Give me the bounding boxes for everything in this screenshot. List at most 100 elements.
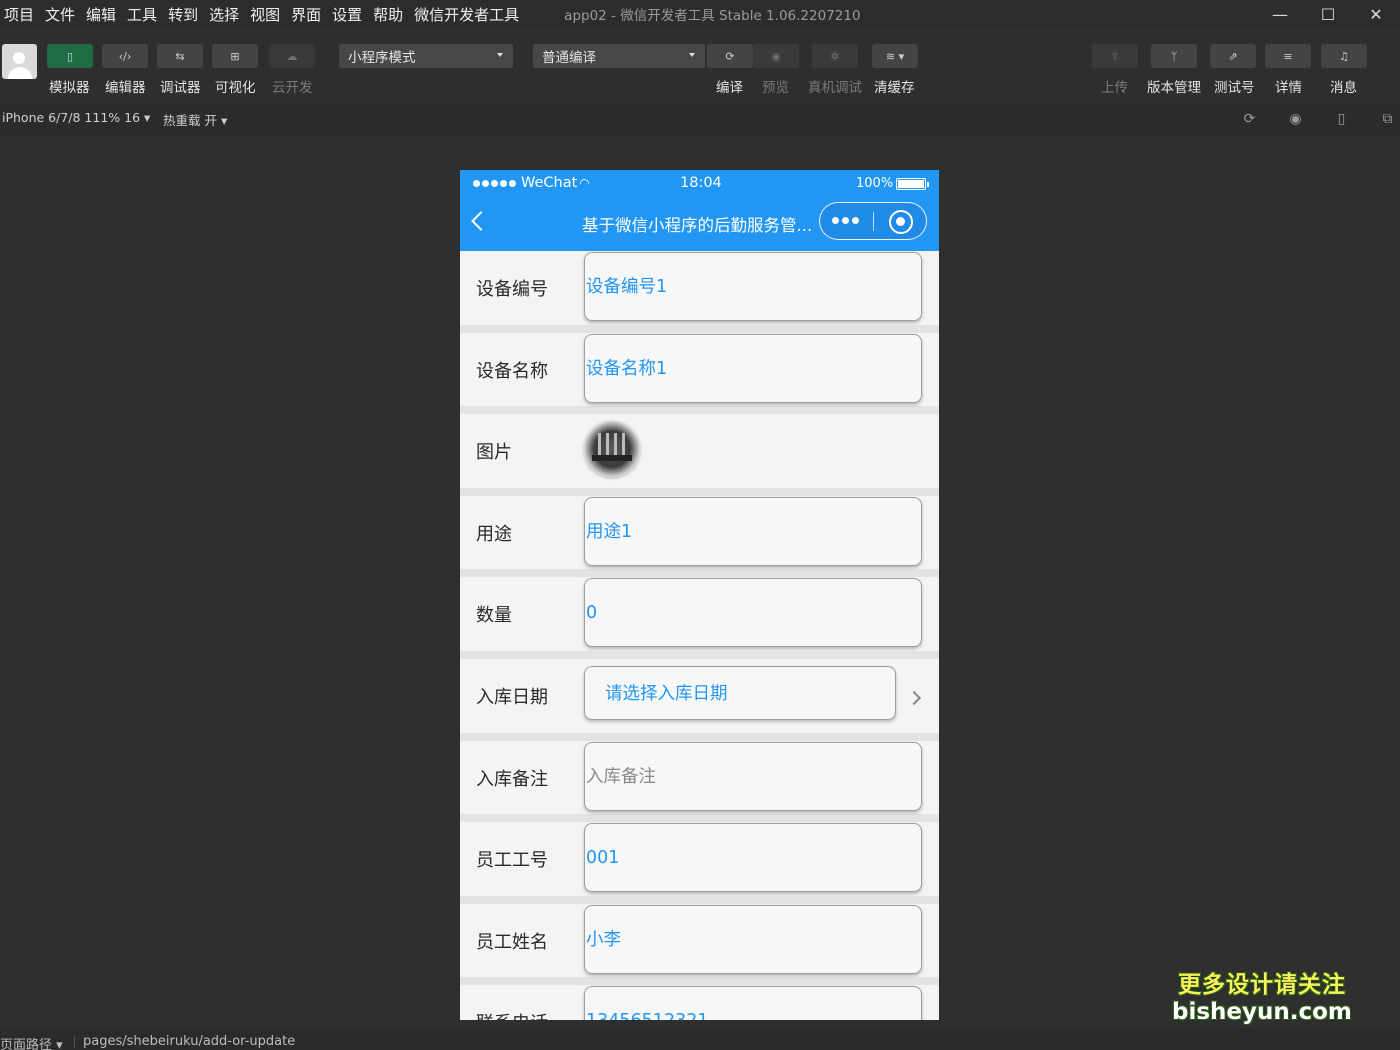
- code-icon: ‹/›: [118, 49, 132, 63]
- menu-button[interactable]: ≡: [1265, 44, 1311, 68]
- menu-item[interactable]: 帮助: [373, 4, 403, 25]
- battery-percent: 100%: [856, 176, 894, 191]
- divider: [74, 1036, 75, 1048]
- rotate-icon[interactable]: ⟳: [1242, 112, 1257, 127]
- status-time: 18:04: [680, 175, 722, 191]
- menu-item[interactable]: 编辑: [86, 4, 116, 25]
- menu-item[interactable]: 选择: [209, 4, 239, 25]
- cloud-button[interactable]: ☁: [269, 44, 315, 68]
- form-input[interactable]: 小李: [584, 904, 922, 974]
- form-label: 入库备注: [476, 768, 548, 790]
- window-controls: — ☐ ✕: [1256, 0, 1400, 28]
- debug-button[interactable]: ⇆: [157, 44, 203, 68]
- bell-button[interactable]: ♫: [1321, 44, 1367, 68]
- page-path: pages/shebeiruku/add-or-update: [83, 1034, 296, 1049]
- menu-item[interactable]: 界面: [291, 4, 321, 25]
- layout-button[interactable]: ⊞: [212, 44, 258, 68]
- form-label: 数量: [476, 605, 512, 627]
- form-row: 设备名称 设备名称1: [460, 332, 939, 415]
- form-input[interactable]: 入库备注: [584, 741, 922, 811]
- form-input[interactable]: 用途1: [584, 496, 922, 566]
- device-select[interactable]: iPhone 6/7/8 111% 16 ▾: [2, 110, 150, 125]
- compile-select[interactable]: 普通编译: [533, 44, 705, 68]
- carrier-indicator: WeChat ◠: [473, 175, 590, 191]
- menu-icon: ≡: [1283, 49, 1293, 63]
- toolbar-label: 上传: [1101, 80, 1128, 96]
- date-picker[interactable]: 请选择入库日期: [584, 665, 896, 720]
- back-icon[interactable]: [471, 211, 491, 231]
- form-label: 图片: [476, 442, 512, 464]
- branch-button[interactable]: ᛘ: [1151, 44, 1197, 68]
- form-row: 图片: [460, 414, 939, 496]
- page-path-label[interactable]: 页面路径 ▾: [0, 1034, 63, 1050]
- form-label: 入库日期: [476, 686, 548, 708]
- menu-item[interactable]: 设置: [332, 4, 362, 25]
- device-form: 设备编号 设备编号1 设备名称 设备名称1 图片 用途 用途1 数量 0 入库日期 请选择入库日期入…: [460, 251, 939, 1020]
- watermark: 更多设计请关注 bisheyun.com: [1172, 972, 1352, 1026]
- bug-button[interactable]: ✲: [812, 44, 858, 68]
- form-input[interactable]: 001: [584, 823, 922, 893]
- chevron-down-icon: [689, 53, 695, 57]
- form-row: 员工姓名 小李: [460, 903, 939, 986]
- form-input[interactable]: 设备编号1: [584, 252, 922, 321]
- external-button[interactable]: ⇗: [1210, 44, 1256, 68]
- form-input[interactable]: 13456512321: [584, 986, 922, 1020]
- maximize-button[interactable]: ☐: [1304, 0, 1352, 28]
- avatar[interactable]: [2, 44, 37, 79]
- toolbar-label: 模拟器: [49, 80, 90, 96]
- form-label: 员工工号: [476, 850, 548, 872]
- menu-item[interactable]: 微信开发者工具: [414, 4, 519, 25]
- menu-item[interactable]: 项目: [4, 4, 34, 25]
- window-title: app02 - 微信开发者工具 Stable 1.06.2207210: [564, 8, 861, 24]
- device-frame-icon[interactable]: ▯: [1334, 112, 1349, 127]
- mode-select-value: 小程序模式: [348, 50, 416, 66]
- bug-icon: ✲: [830, 49, 840, 63]
- phone-simulator: WeChat ◠ 18:04 100% 基于微信小程序的后勤服务管... 设备编…: [460, 170, 939, 1020]
- menu-item[interactable]: 视图: [250, 4, 280, 25]
- toolbar-label: 可视化: [215, 80, 256, 96]
- toolbar-label: 测试号: [1214, 80, 1255, 96]
- branch-icon: ᛘ: [1170, 49, 1178, 63]
- code-button[interactable]: ‹/›: [102, 44, 148, 68]
- capsule-divider: [873, 212, 874, 231]
- form-input[interactable]: 0: [584, 578, 922, 648]
- upload-icon: ⇧: [1110, 49, 1120, 63]
- toolbar-label: 清缓存: [874, 80, 915, 96]
- eye-button[interactable]: ◉: [753, 44, 799, 68]
- phone-icon: ▯: [66, 49, 74, 63]
- form-label: 员工姓名: [476, 931, 548, 953]
- device-image-thumbnail[interactable]: [584, 421, 640, 478]
- eye-icon: ◉: [771, 49, 781, 63]
- menu-item[interactable]: 转到: [168, 4, 198, 25]
- form-row: 联系电话 13456512321: [460, 985, 939, 1020]
- upload-button[interactable]: ⇧: [1092, 44, 1138, 68]
- popout-icon[interactable]: ⧉: [1380, 112, 1395, 127]
- close-miniprogram-icon[interactable]: [889, 210, 913, 234]
- signal-icon: [473, 175, 518, 191]
- debug-icon: ⇆: [175, 49, 185, 63]
- phone-button[interactable]: ▯: [47, 44, 93, 68]
- toolbar-label: 版本管理: [1147, 80, 1201, 96]
- menu-item[interactable]: 文件: [45, 4, 75, 25]
- more-icon[interactable]: [832, 217, 862, 224]
- bottom-bar: 页面路径 ▾ pages/shebeiruku/add-or-update: [0, 1028, 1400, 1050]
- toolbar-label: 云开发: [272, 80, 313, 96]
- menu-item[interactable]: 工具: [127, 4, 157, 25]
- refresh-button[interactable]: ⟳: [707, 44, 753, 68]
- toolbar-label: 编辑器: [105, 80, 146, 96]
- external-icon: ⇗: [1228, 49, 1238, 63]
- bell-icon: ♫: [1339, 49, 1349, 63]
- page-title: 基于微信小程序的后勤服务管...: [582, 216, 813, 235]
- record-icon[interactable]: ◉: [1288, 112, 1303, 127]
- form-row: 用途 用途1: [460, 495, 939, 578]
- minimize-button[interactable]: —: [1256, 0, 1304, 28]
- layers-button[interactable]: ≋ ▾: [872, 44, 918, 68]
- hot-reload-toggle[interactable]: 热重载 开 ▾: [163, 110, 227, 129]
- form-input[interactable]: 设备名称1: [584, 333, 922, 403]
- chevron-right-icon: [906, 690, 922, 706]
- close-button[interactable]: ✕: [1352, 0, 1400, 28]
- menu-capsule: [819, 202, 927, 240]
- form-label: 设备名称: [476, 360, 548, 382]
- toolbar-label: 消息: [1330, 80, 1357, 96]
- mode-select[interactable]: 小程序模式: [339, 44, 513, 68]
